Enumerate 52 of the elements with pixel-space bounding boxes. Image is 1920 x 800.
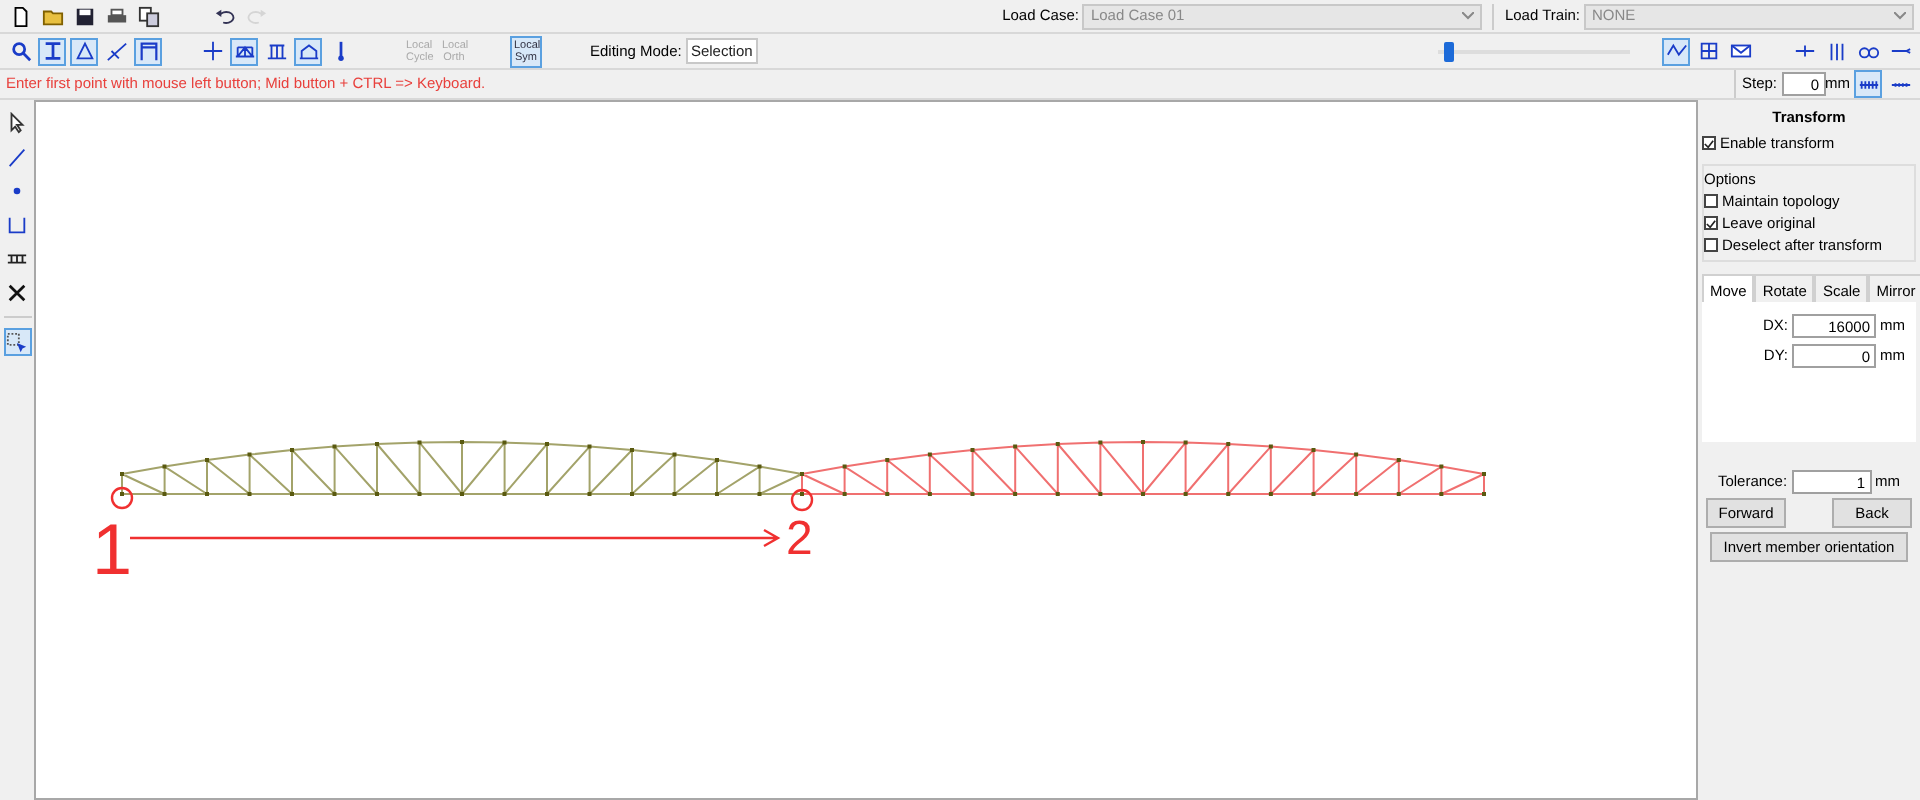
marker-circle: [790, 488, 814, 512]
frame-tool[interactable]: [134, 37, 162, 65]
support-icon: [6, 213, 28, 235]
line-tool[interactable]: [102, 37, 130, 65]
triangle-tool[interactable]: [70, 37, 98, 65]
undo-icon: [213, 5, 235, 27]
delete-icon: [6, 281, 28, 303]
slider-thumb[interactable]: [1443, 41, 1454, 61]
line-icon: [105, 40, 127, 62]
line-icon: [6, 145, 28, 167]
pointer-icon: [6, 111, 28, 133]
zigzag-tool[interactable]: [1662, 37, 1690, 65]
columns-icon: [265, 40, 287, 62]
copy-icon: [137, 5, 159, 27]
arch-icon: [297, 40, 319, 62]
bars-icon: [1825, 40, 1847, 62]
grid-icon: [1697, 40, 1719, 62]
zigzag-icon: [1665, 40, 1687, 62]
caret-icon: [1894, 12, 1906, 20]
drawing-canvas[interactable]: 1 2: [34, 100, 1698, 800]
snap-tool[interactable]: [1854, 70, 1882, 98]
truss-tool[interactable]: [230, 37, 258, 65]
copy-tool[interactable]: [134, 2, 162, 30]
checkbox[interactable]: [1702, 136, 1716, 151]
open-folder-icon: [41, 5, 63, 27]
checkbox[interactable]: [1704, 238, 1718, 253]
checkbox[interactable]: [1704, 193, 1718, 208]
marker-circle: [110, 486, 134, 510]
zoom-icon: [9, 40, 31, 62]
truss-icon: [233, 40, 255, 62]
triangle-icon: [73, 40, 95, 62]
annotation-label: 1: [92, 508, 133, 590]
truss-drawing[interactable]: [800, 440, 1486, 496]
select-tool[interactable]: [3, 328, 31, 356]
move-icon: [201, 40, 223, 62]
envelope-icon: [1729, 40, 1751, 62]
print-icon: [105, 5, 127, 27]
select-icon: [6, 331, 28, 353]
arch-tool[interactable]: [294, 37, 322, 65]
new-file-icon: [9, 5, 31, 27]
caret-icon: [1462, 12, 1475, 20]
move-tool[interactable]: [198, 37, 226, 65]
redo-icon: [245, 5, 267, 27]
arrows-icon: [1793, 40, 1815, 62]
annotation-label: 2: [786, 512, 813, 566]
zoom-tool[interactable]: [6, 37, 34, 65]
i-beam-tool[interactable]: [38, 37, 66, 65]
truss-drawing[interactable]: [120, 440, 804, 496]
checkbox[interactable]: [1704, 216, 1718, 231]
save-icon: [73, 5, 95, 27]
i-beam-icon: [41, 40, 63, 62]
frame-icon: [137, 40, 159, 62]
